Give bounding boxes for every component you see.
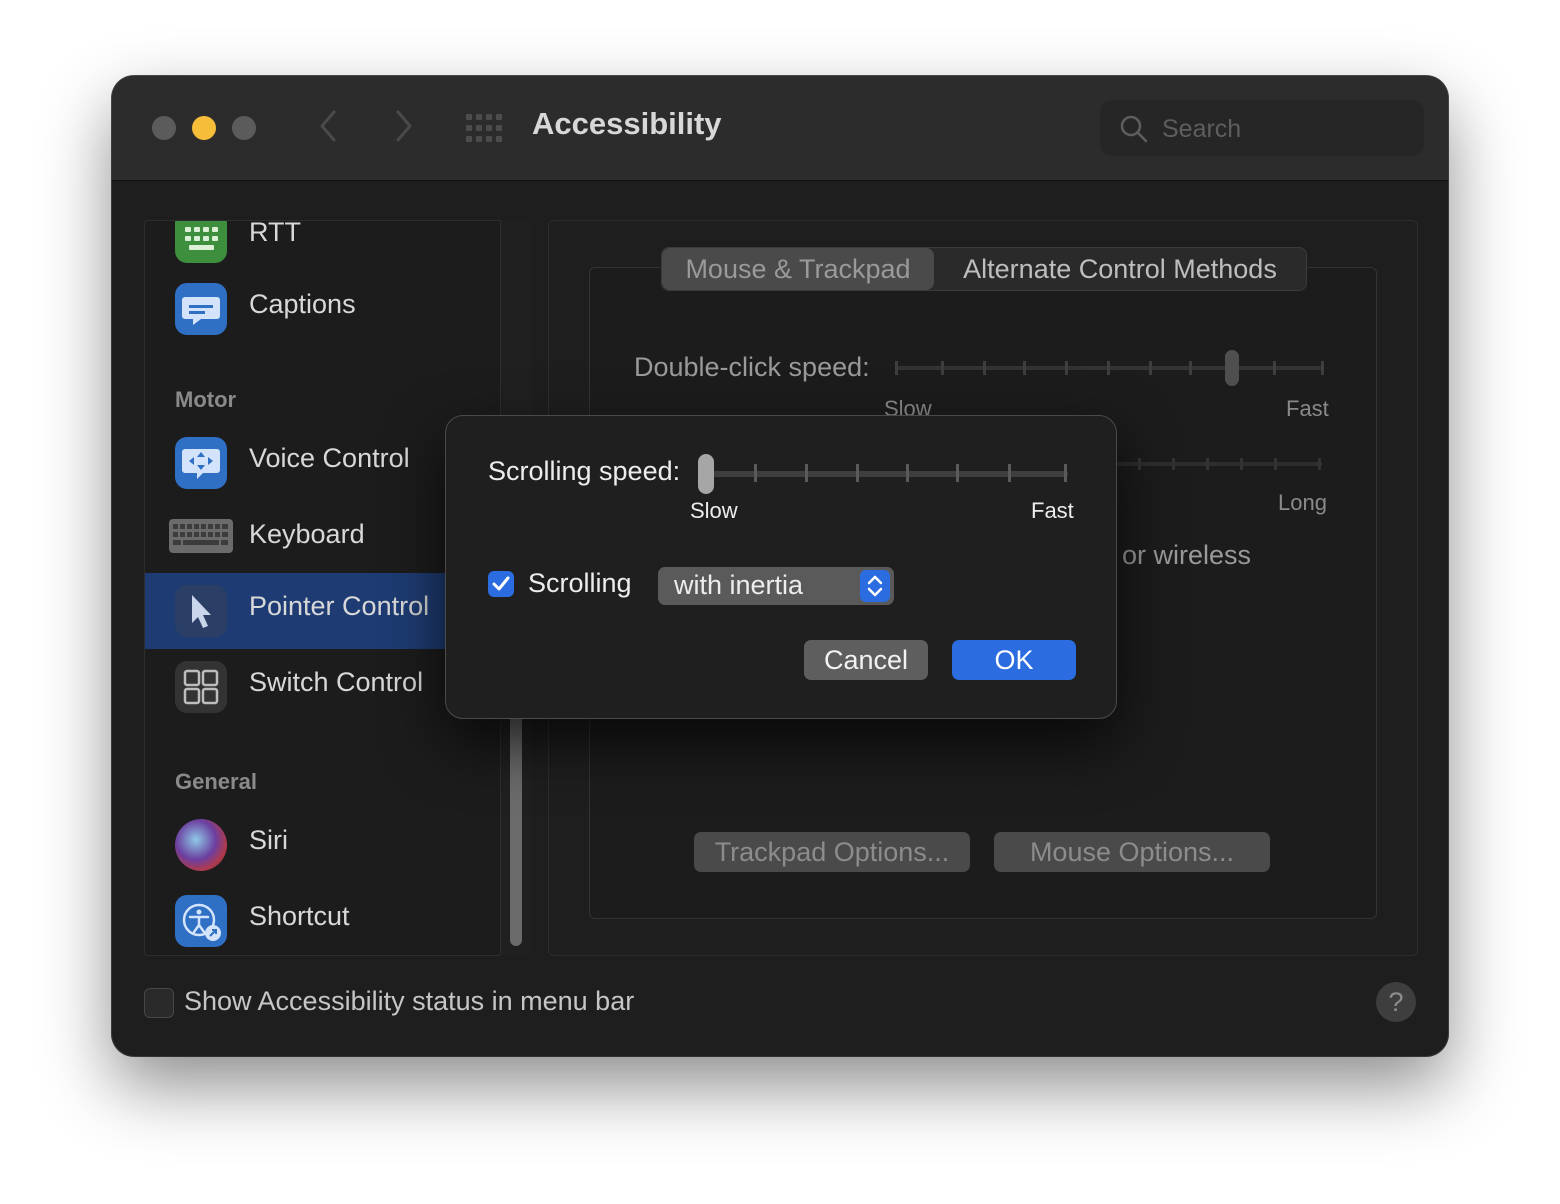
- slider-tick: [754, 464, 757, 482]
- slider-tick: [956, 464, 959, 482]
- rtt-keyboard-icon: [175, 221, 227, 263]
- search-input[interactable]: [1160, 110, 1414, 148]
- sidebar-item-pointer-control[interactable]: Pointer Control: [145, 573, 445, 649]
- cancel-button[interactable]: Cancel: [804, 640, 928, 680]
- zoom-window-button[interactable]: [232, 116, 256, 140]
- accessibility-shortcut-icon: [175, 895, 227, 947]
- switch-control-icon: [175, 661, 227, 713]
- sidebar-item-label: Pointer Control: [249, 591, 430, 621]
- window-title: Accessibility: [532, 106, 722, 141]
- double-click-speed-slider[interactable]: [892, 348, 1332, 388]
- mouse-options-button[interactable]: Mouse Options...: [994, 832, 1270, 872]
- sidebar-item-captions[interactable]: Captions: [145, 271, 501, 347]
- sidebar-item-label: Keyboard: [249, 519, 365, 549]
- captions-icon: [175, 283, 227, 335]
- scrolling-checkbox[interactable]: [488, 571, 514, 597]
- search-field[interactable]: [1100, 100, 1424, 156]
- sidebar-item-label: Voice Control: [249, 443, 410, 473]
- search-icon: [1120, 115, 1148, 143]
- keyboard-icon: [169, 519, 233, 553]
- scrolling-slow-label: Slow: [690, 498, 738, 523]
- checkmark-icon: [492, 576, 510, 591]
- section-header-general: General: [175, 769, 257, 794]
- scrolling-checkbox-label: Scrolling: [528, 568, 632, 598]
- scrolling-fast-label: Fast: [1031, 498, 1074, 523]
- section-header-motor: Motor: [175, 387, 237, 412]
- title-bar: Accessibility: [112, 76, 1448, 181]
- slider-tick: [805, 464, 808, 482]
- sidebar-item-label: RTT: [249, 220, 301, 247]
- slider-tick: [1064, 464, 1067, 482]
- voice-control-icon: [175, 437, 227, 489]
- wireless-text: or wireless: [1122, 540, 1252, 570]
- tab-alternate-control-methods[interactable]: Alternate Control Methods: [934, 248, 1306, 290]
- ok-button[interactable]: OK: [952, 640, 1076, 680]
- slider-track: [704, 471, 1068, 477]
- show-all-button[interactable]: [466, 114, 502, 142]
- double-click-speed-label: Double-click speed:: [634, 352, 870, 382]
- double-click-fast-label: Fast: [1286, 396, 1329, 421]
- chevron-left-icon: [320, 110, 336, 142]
- sidebar-item-label: Siri: [249, 825, 288, 855]
- sidebar-item-label: Captions: [249, 289, 356, 319]
- tab-bar: Mouse & Trackpad Alternate Control Metho…: [661, 247, 1307, 291]
- help-button[interactable]: ?: [1376, 982, 1416, 1022]
- scrolling-mode-select[interactable]: with inertia: [658, 567, 894, 605]
- minimize-window-button[interactable]: [192, 116, 216, 140]
- spring-loading-slider[interactable]: [1116, 454, 1326, 474]
- forward-button[interactable]: [388, 106, 420, 146]
- pointer-icon: [175, 585, 227, 637]
- show-status-checkbox[interactable]: [144, 988, 174, 1018]
- sidebar-item-rtt[interactable]: RTT: [145, 220, 501, 275]
- scrolling-mode-value: with inertia: [674, 570, 804, 600]
- chevron-right-icon: [396, 110, 412, 142]
- up-down-chevron-icon: [860, 570, 890, 602]
- sidebar-item-label: Shortcut: [249, 901, 350, 931]
- grid-icon: [466, 114, 502, 142]
- slider-tick: [1008, 464, 1011, 482]
- scrolling-speed-slider[interactable]: [698, 454, 1074, 494]
- sidebar-item-siri[interactable]: Siri: [145, 807, 501, 883]
- close-window-button[interactable]: [152, 116, 176, 140]
- slider-knob[interactable]: [698, 454, 714, 494]
- scrollbar-thumb[interactable]: [510, 710, 522, 946]
- scrolling-speed-label: Scrolling speed:: [488, 456, 681, 486]
- slider-tick: [856, 464, 859, 482]
- scrolling-options-dialog: Scrolling speed: Slow Fast Scrolling wit…: [445, 415, 1117, 719]
- trackpad-options-button[interactable]: Trackpad Options...: [694, 832, 970, 872]
- sidebar-item-shortcut[interactable]: Shortcut: [145, 883, 501, 955]
- sidebar-item-label: Switch Control: [249, 667, 424, 697]
- spring-long-label: Long: [1278, 490, 1327, 515]
- tab-mouse-trackpad[interactable]: Mouse & Trackpad: [662, 248, 934, 290]
- siri-icon: [175, 819, 227, 871]
- slider-tick: [906, 464, 909, 482]
- back-button[interactable]: [312, 106, 344, 146]
- show-status-label: Show Accessibility status in menu bar: [184, 986, 635, 1016]
